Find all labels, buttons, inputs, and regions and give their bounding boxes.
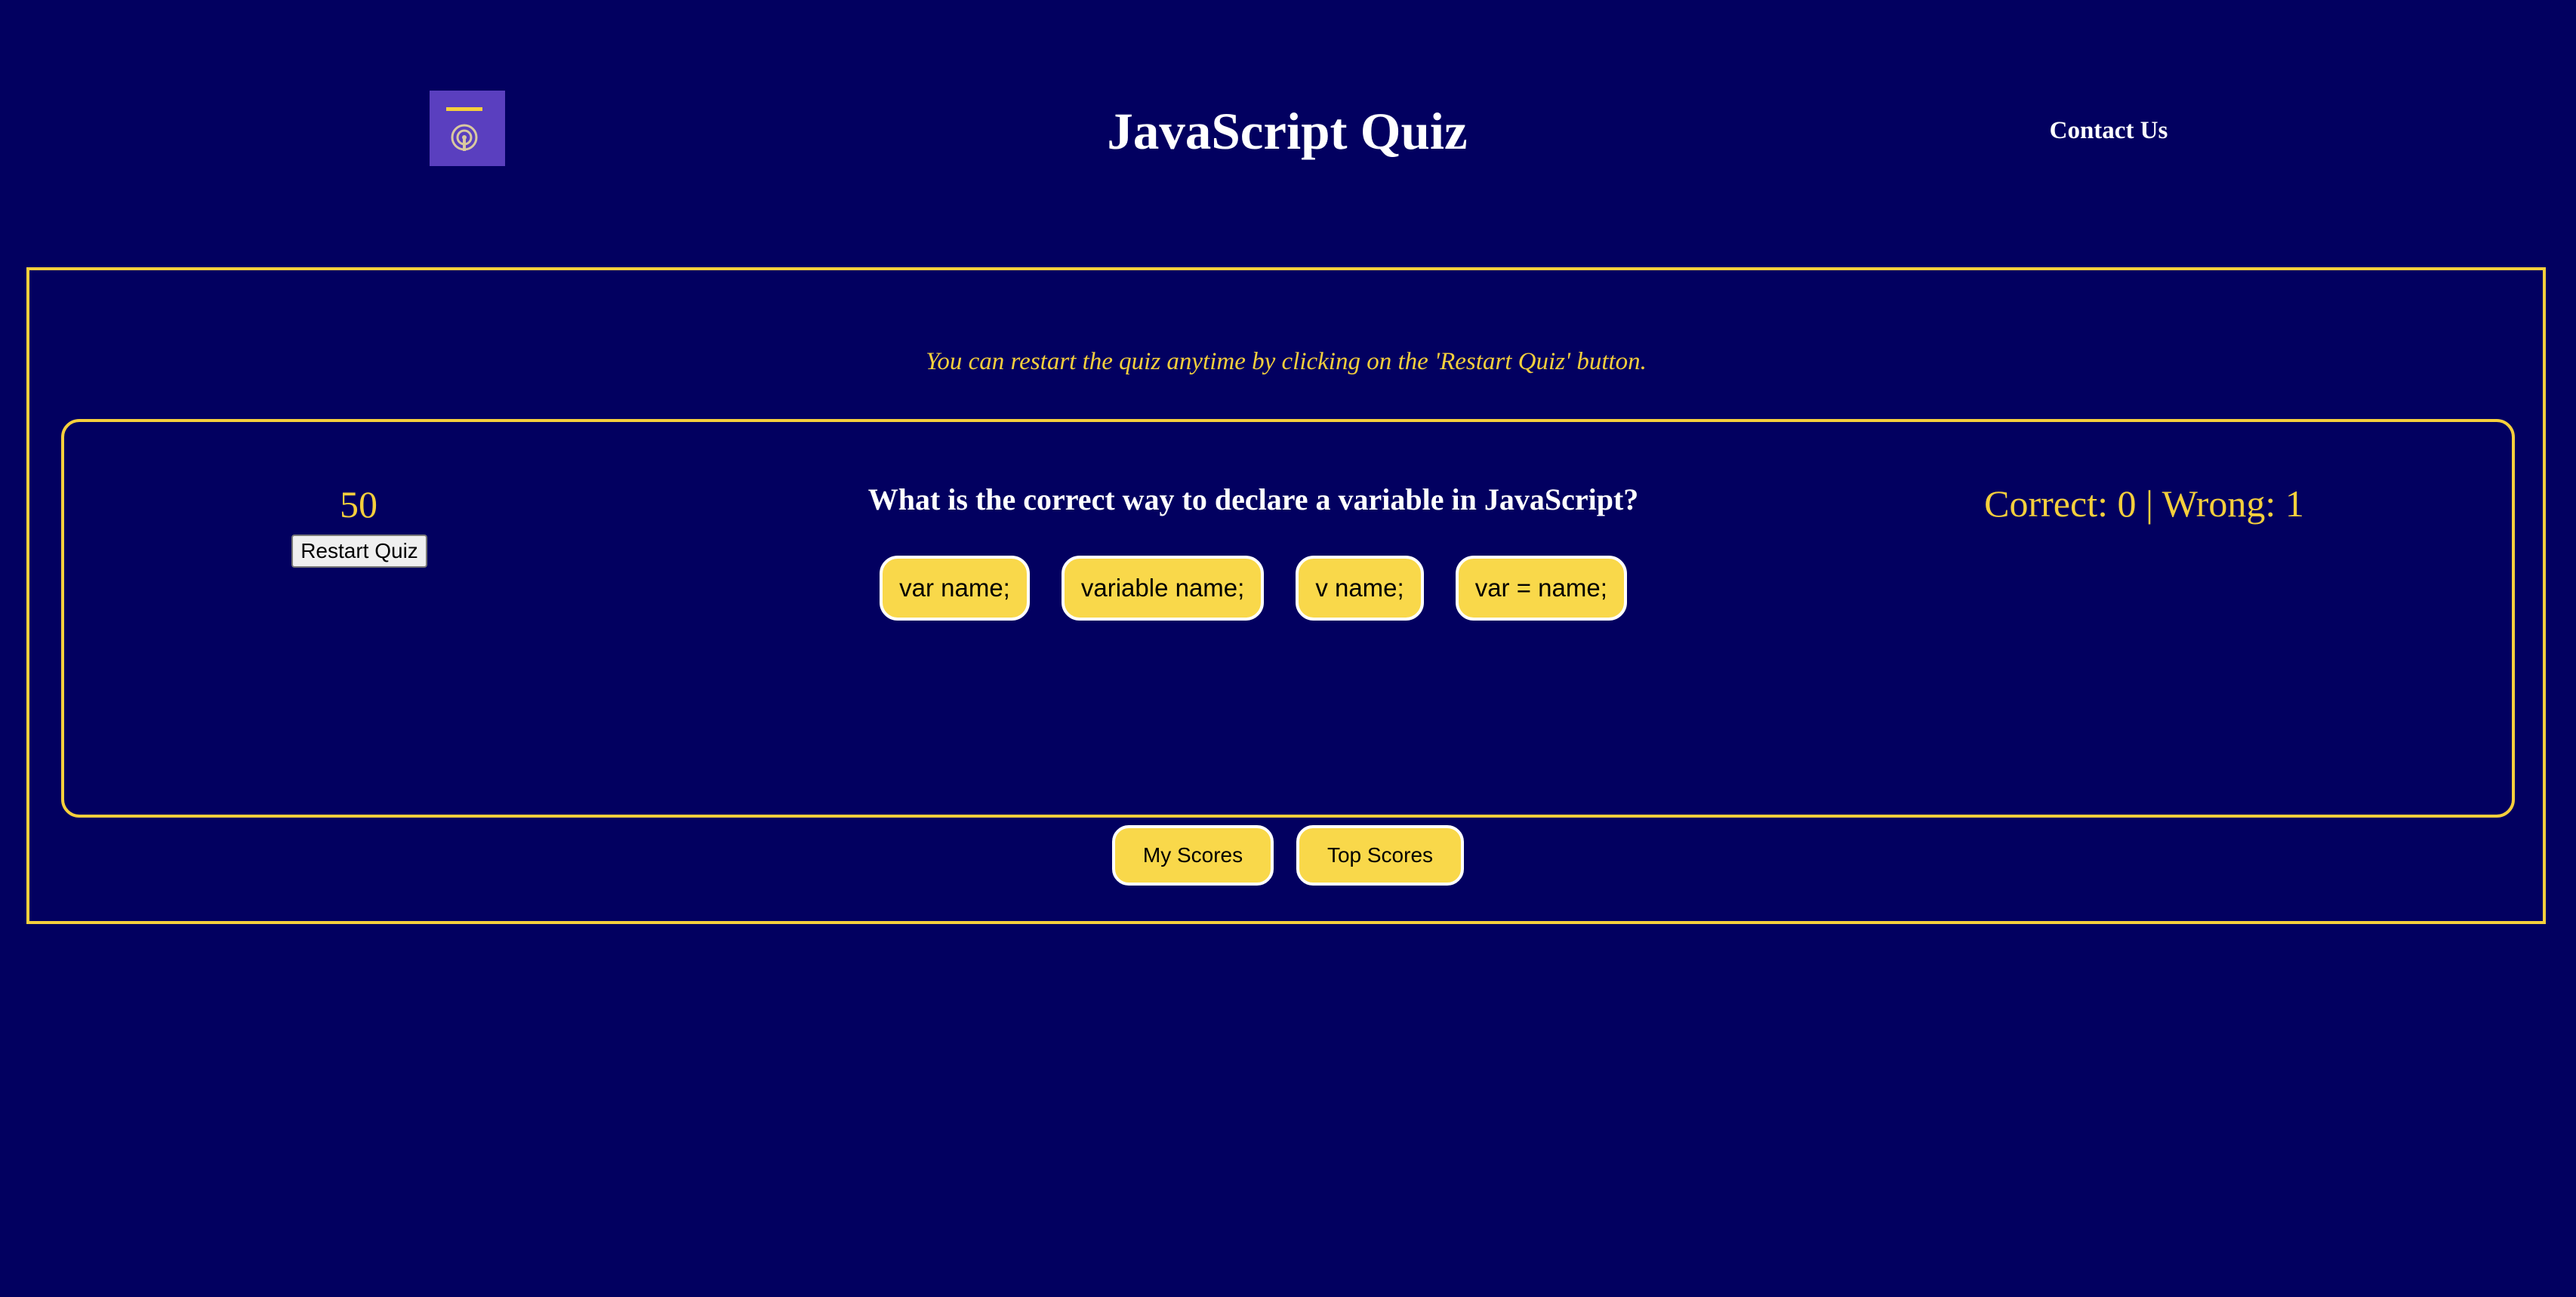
page-title: JavaScript Quiz bbox=[1107, 103, 1468, 160]
my-scores-button[interactable]: My Scores bbox=[1112, 825, 1274, 886]
question-text: What is the correct way to declare a var… bbox=[867, 482, 1639, 516]
score-display: Correct: 0 | Wrong: 1 bbox=[1984, 482, 2304, 525]
top-scores-button[interactable]: Top Scores bbox=[1296, 825, 1464, 886]
restart-quiz-button[interactable]: Restart Quiz bbox=[291, 535, 427, 568]
answer-options: var name; variable name; v name; var = n… bbox=[755, 556, 1752, 621]
logo-podcast-icon bbox=[430, 91, 505, 166]
answer-option-1[interactable]: var name; bbox=[880, 556, 1030, 621]
restart-hint: You can restart the quiz anytime by clic… bbox=[926, 348, 1647, 375]
contact-us-link[interactable]: Contact Us bbox=[1993, 112, 2224, 149]
answer-option-3[interactable]: v name; bbox=[1296, 556, 1424, 621]
timer-countdown: 50 bbox=[340, 483, 377, 525]
answer-option-4[interactable]: var = name; bbox=[1455, 556, 1627, 621]
answer-option-2[interactable]: variable name; bbox=[1061, 556, 1265, 621]
score-actions: My Scores Top Scores bbox=[755, 825, 1821, 886]
